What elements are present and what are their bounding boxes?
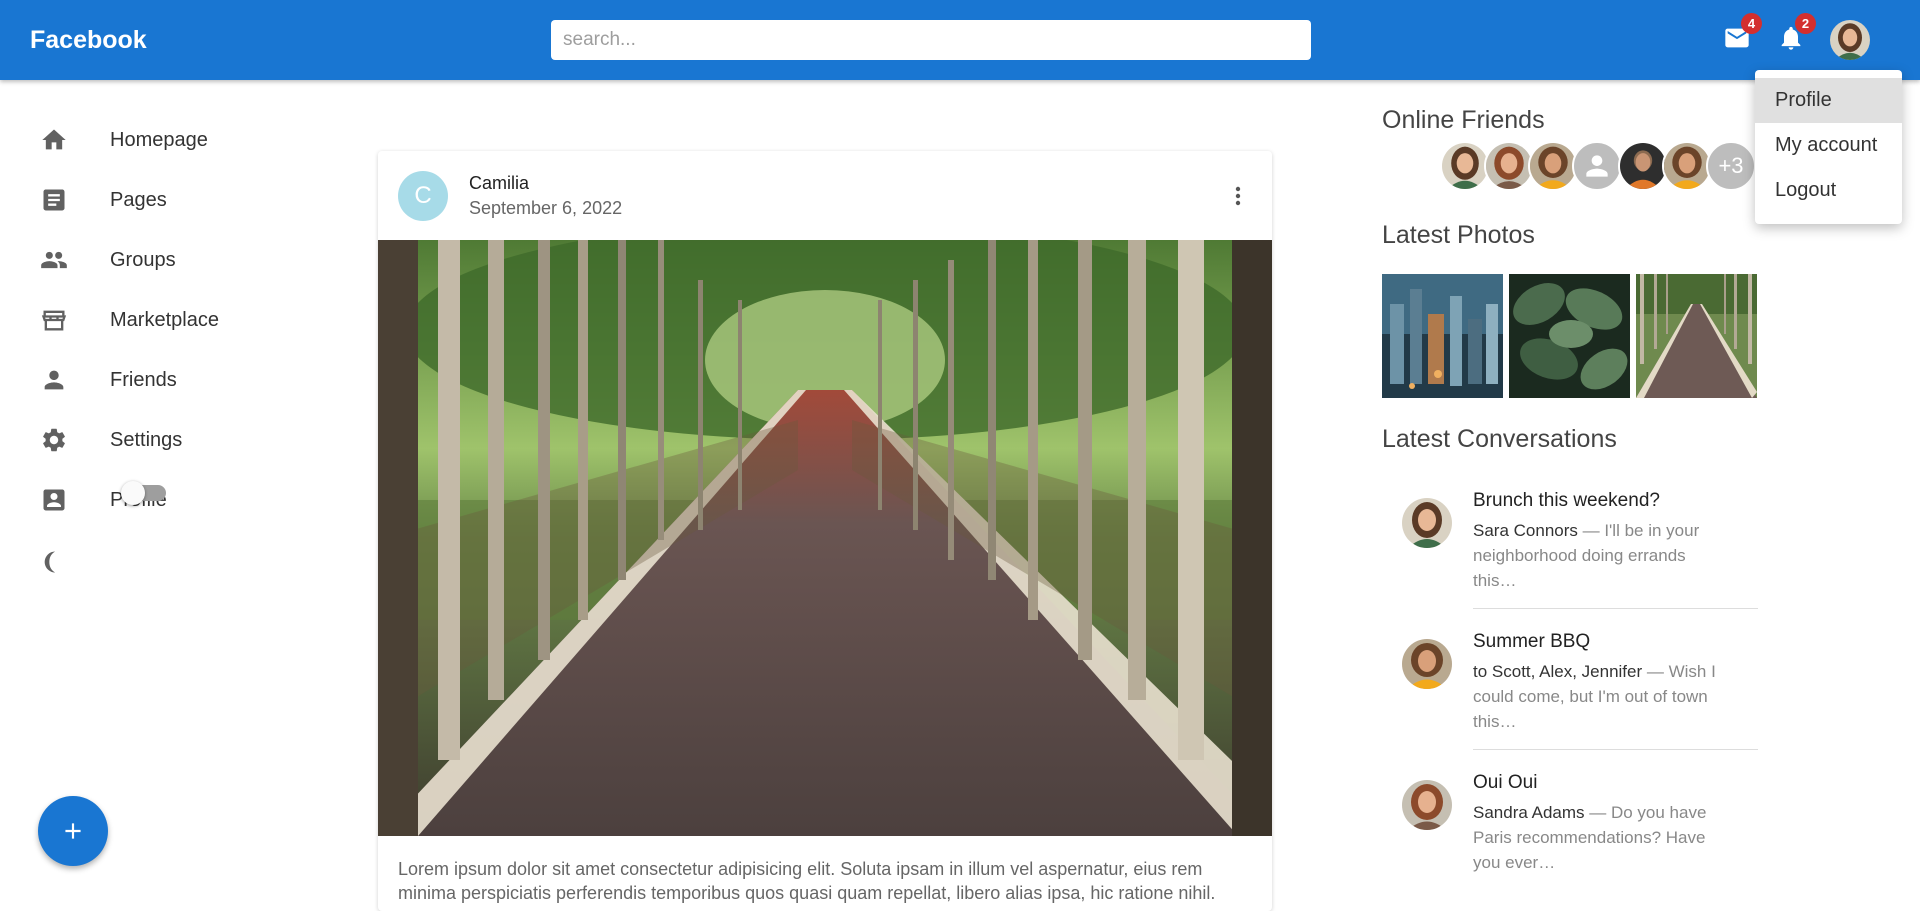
sidebar-item-homepage[interactable]: Homepage — [0, 110, 330, 170]
post-date: September 6, 2022 — [469, 198, 623, 218]
conversation-sender: Sandra Adams — [1473, 803, 1585, 822]
online-friend-avatar[interactable] — [1572, 141, 1622, 191]
sidebar-item-label: Groups — [110, 248, 176, 271]
conversation-sender: Sara Connors — [1473, 521, 1578, 540]
menu-item-logout[interactable]: Logout — [1755, 168, 1902, 213]
toggle-thumb — [121, 481, 145, 505]
online-friend-avatar[interactable] — [1528, 141, 1578, 191]
online-friend-avatar[interactable] — [1484, 141, 1534, 191]
conversation-preview: Sara Connors — I'll be in your neighborh… — [1473, 518, 1733, 593]
sidebar-item-label: Friends — [110, 368, 177, 391]
sidebar-item-label: Marketplace — [110, 308, 219, 331]
latest-photo[interactable] — [1382, 274, 1503, 398]
latest-photos-title: Latest Photos — [1382, 221, 1535, 249]
storefront-icon — [40, 306, 68, 334]
latest-photo[interactable] — [1636, 274, 1757, 398]
post-card: C Camilia September 6, 2022 Lorem ipsum … — [378, 151, 1272, 911]
conversation-title: Summer BBQ — [1473, 631, 1591, 652]
post-author[interactable]: Camilia — [469, 173, 529, 194]
mail-badge: 4 — [1741, 13, 1762, 34]
conversation-title: Oui Oui — [1473, 772, 1538, 793]
person-icon — [40, 366, 68, 394]
conversation-preview: Sandra Adams — Do you have Paris recomme… — [1473, 800, 1733, 875]
plus-icon — [65, 823, 81, 839]
more-vert-icon — [1235, 186, 1241, 206]
online-friends-more[interactable]: +3 — [1706, 141, 1756, 191]
app-bar: Facebook 4 2 — [0, 0, 1920, 80]
add-button[interactable] — [38, 796, 108, 866]
sidebar-item-label: Homepage — [110, 128, 208, 151]
notifications-button[interactable]: 2 — [1775, 13, 1816, 54]
mail-button[interactable]: 4 — [1721, 13, 1762, 54]
moon-icon — [40, 548, 68, 576]
article-icon — [40, 186, 68, 214]
post-image[interactable] — [378, 220, 1272, 836]
brand-logo[interactable]: Facebook — [30, 26, 147, 55]
sidebar-item-friends[interactable]: Friends — [0, 350, 330, 410]
account-box-icon — [40, 486, 68, 514]
divider — [1473, 749, 1758, 750]
menu-item-my-account[interactable]: My account — [1755, 123, 1902, 168]
sidebar-item-label: Settings — [110, 428, 183, 451]
dark-mode-toggle[interactable] — [118, 475, 170, 509]
menu-item-profile[interactable]: Profile — [1755, 78, 1902, 123]
sidebar-item-pages[interactable]: Pages — [0, 170, 330, 230]
search-input[interactable] — [551, 20, 1311, 60]
conversation-sender: to Scott, Alex, Jennifer — [1473, 662, 1643, 681]
latest-conversations-title: Latest Conversations — [1382, 425, 1617, 453]
person-icon — [1586, 155, 1608, 177]
post-author-avatar[interactable]: C — [398, 171, 448, 221]
conversation-preview: to Scott, Alex, Jennifer — Wish I could … — [1473, 659, 1733, 734]
account-menu: Profile My account Logout — [1755, 70, 1902, 224]
sidebar-item-label: Pages — [110, 188, 167, 211]
gear-icon — [40, 426, 68, 454]
latest-photo[interactable] — [1509, 274, 1630, 398]
avatar — [1402, 498, 1452, 548]
notifications-badge: 2 — [1795, 13, 1816, 34]
post-text: Lorem ipsum dolor sit amet consectetur a… — [398, 859, 1216, 903]
groups-icon — [40, 246, 68, 274]
online-friends-title: Online Friends — [1382, 106, 1545, 134]
sidebar-item-marketplace[interactable]: Marketplace — [0, 290, 330, 350]
sidebar-item-settings[interactable]: Settings — [0, 410, 330, 470]
sidebar-item-groups[interactable]: Groups — [0, 230, 330, 290]
avatar — [1402, 639, 1452, 689]
account-avatar[interactable] — [1830, 20, 1870, 60]
online-friend-avatar[interactable] — [1618, 141, 1668, 191]
online-friend-avatar[interactable] — [1662, 141, 1712, 191]
online-friend-avatar[interactable] — [1440, 141, 1490, 191]
home-icon — [40, 126, 68, 154]
post-more-button[interactable] — [1223, 176, 1253, 216]
divider — [1473, 608, 1758, 609]
conversation-title: Brunch this weekend? — [1473, 490, 1660, 511]
avatar — [1402, 780, 1452, 830]
